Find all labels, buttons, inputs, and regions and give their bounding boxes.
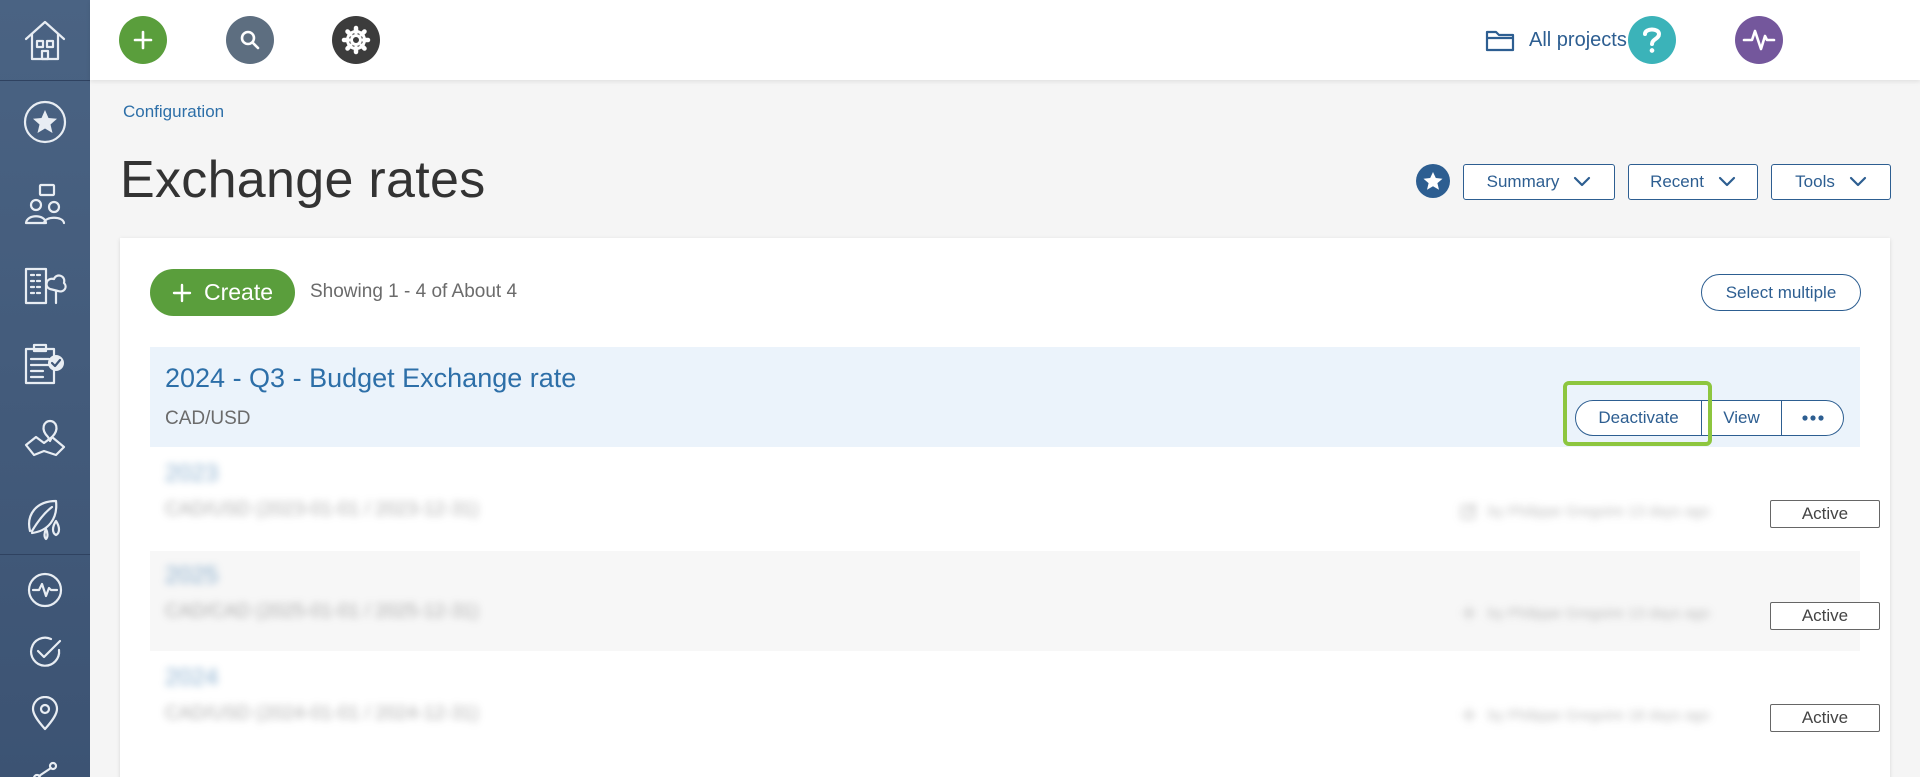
sidebar-stakeholders[interactable] xyxy=(0,178,90,230)
clipboard-check-icon xyxy=(24,343,64,385)
status-badge: Active xyxy=(1770,500,1880,528)
item-title-link[interactable]: 2024 xyxy=(165,664,218,692)
status-badge: Active xyxy=(1770,602,1880,630)
edit-icon xyxy=(1461,503,1477,519)
item-meta-text: by Philippe Gregoire 18 days ago xyxy=(1488,706,1710,724)
item-subtitle: CAD/USD (2023-01-01 / 2023-12-31) xyxy=(165,499,479,520)
gear-icon xyxy=(341,25,371,55)
sidebar-home[interactable] xyxy=(0,10,90,70)
page-title: Exchange rates xyxy=(120,151,486,209)
list-item[interactable]: 2025 CAD/CAD (2025-01-01 / 2025-12-31) b… xyxy=(150,551,1880,651)
create-label: Create xyxy=(203,279,274,305)
select-multiple-button[interactable]: Select multiple xyxy=(1701,274,1861,311)
map-pin-land-icon xyxy=(24,419,66,457)
status-badge: Active xyxy=(1770,704,1880,732)
item-meta: by Philippe Gregoire 18 days ago xyxy=(1460,706,1710,724)
view-button[interactable]: View xyxy=(1702,400,1782,436)
more-options-button[interactable] xyxy=(1782,400,1844,436)
all-projects-link[interactable]: All projects xyxy=(1485,24,1627,56)
results-count: Showing 1 - 4 of About 4 xyxy=(310,281,518,302)
sidebar-facilities[interactable] xyxy=(0,258,90,310)
top-bar: All projects MB xyxy=(90,0,1920,80)
recent-dropdown[interactable]: Recent xyxy=(1628,164,1758,200)
plus-icon xyxy=(1462,708,1476,722)
create-button[interactable]: Create xyxy=(150,269,295,316)
item-subtitle: CAD/CAD (2025-01-01 / 2025-12-31) xyxy=(165,601,479,622)
question-icon xyxy=(1643,27,1661,53)
home-building-icon xyxy=(24,20,66,61)
item-meta: by Philippe Gregoire 13 days ago xyxy=(1460,604,1710,622)
breadcrumb-configuration[interactable]: Configuration xyxy=(123,102,224,122)
summary-label: Summary xyxy=(1486,172,1560,191)
item-meta-text: by Philippe Gregoire 13 days ago xyxy=(1488,502,1710,520)
item-meta-text: by Philippe Gregoire 13 days ago xyxy=(1488,604,1710,622)
sidebar-divider xyxy=(0,554,90,555)
favorite-button[interactable] xyxy=(1416,164,1450,198)
search-icon xyxy=(240,30,260,50)
plus-icon xyxy=(133,30,153,50)
deactivate-button[interactable]: Deactivate xyxy=(1575,400,1702,436)
chevron-down-icon xyxy=(1718,176,1736,187)
star-icon xyxy=(1423,172,1443,190)
folder-icon xyxy=(1485,30,1515,52)
exchange-rates-panel: Create Showing 1 - 4 of About 4 Select m… xyxy=(120,238,1890,777)
tools-label: Tools xyxy=(1795,172,1835,191)
sidebar-map[interactable] xyxy=(0,694,90,734)
sidebar-favorites[interactable] xyxy=(0,96,90,148)
sidebar xyxy=(0,0,90,777)
building-tree-icon xyxy=(24,267,67,305)
sidebar-divider xyxy=(0,80,90,81)
leaf-water-icon xyxy=(28,499,61,541)
search-button[interactable] xyxy=(226,16,274,64)
help-button[interactable] xyxy=(1628,16,1676,64)
list-item[interactable]: 2024 CAD/USD (2024-01-01 / 2024-12-31) b… xyxy=(150,653,1880,753)
sidebar-workflow[interactable] xyxy=(0,760,90,777)
chevron-down-icon xyxy=(1849,176,1866,187)
location-pin-icon xyxy=(31,696,59,731)
chevron-down-icon xyxy=(1574,176,1591,187)
sidebar-documents[interactable] xyxy=(0,336,90,392)
item-subtitle: CAD/USD (2024-01-01 / 2024-12-31) xyxy=(165,703,479,724)
activity-button[interactable] xyxy=(1735,16,1783,64)
check-circle-icon xyxy=(30,636,62,667)
item-title-link[interactable]: 2025 xyxy=(165,562,218,590)
ellipsis-icon xyxy=(1801,415,1824,421)
activity-pulse-icon xyxy=(27,572,63,608)
sidebar-tasks[interactable] xyxy=(0,632,90,672)
summary-dropdown[interactable]: Summary xyxy=(1463,164,1615,200)
item-meta: by Philippe Gregoire 13 days ago xyxy=(1460,502,1710,520)
all-projects-label: All projects xyxy=(1529,28,1627,51)
item-actions: Deactivate View xyxy=(1575,400,1844,436)
add-button[interactable] xyxy=(119,16,167,64)
item-title-link[interactable]: 2023 xyxy=(165,460,218,488)
list-item[interactable]: 2023 CAD/USD (2023-01-01 / 2023-12-31) b… xyxy=(150,449,1880,549)
star-circle-icon xyxy=(23,100,67,144)
settings-button[interactable] xyxy=(332,16,380,64)
list-item[interactable]: 2024 - Q3 - Budget Exchange rate CAD/USD… xyxy=(150,347,1860,447)
sidebar-environment[interactable] xyxy=(0,490,90,546)
people-discussion-icon xyxy=(24,183,66,225)
activity-pulse-icon xyxy=(1742,29,1776,51)
tools-dropdown[interactable]: Tools xyxy=(1771,164,1891,200)
sidebar-activity[interactable] xyxy=(0,570,90,610)
item-title-link[interactable]: 2024 - Q3 - Budget Exchange rate xyxy=(165,363,576,394)
workflow-nodes-icon xyxy=(33,761,58,777)
item-subtitle: CAD/USD xyxy=(165,408,251,429)
sidebar-locations[interactable] xyxy=(0,414,90,466)
plus-icon xyxy=(1462,606,1476,620)
recent-label: Recent xyxy=(1650,172,1704,191)
plus-icon xyxy=(172,283,192,302)
